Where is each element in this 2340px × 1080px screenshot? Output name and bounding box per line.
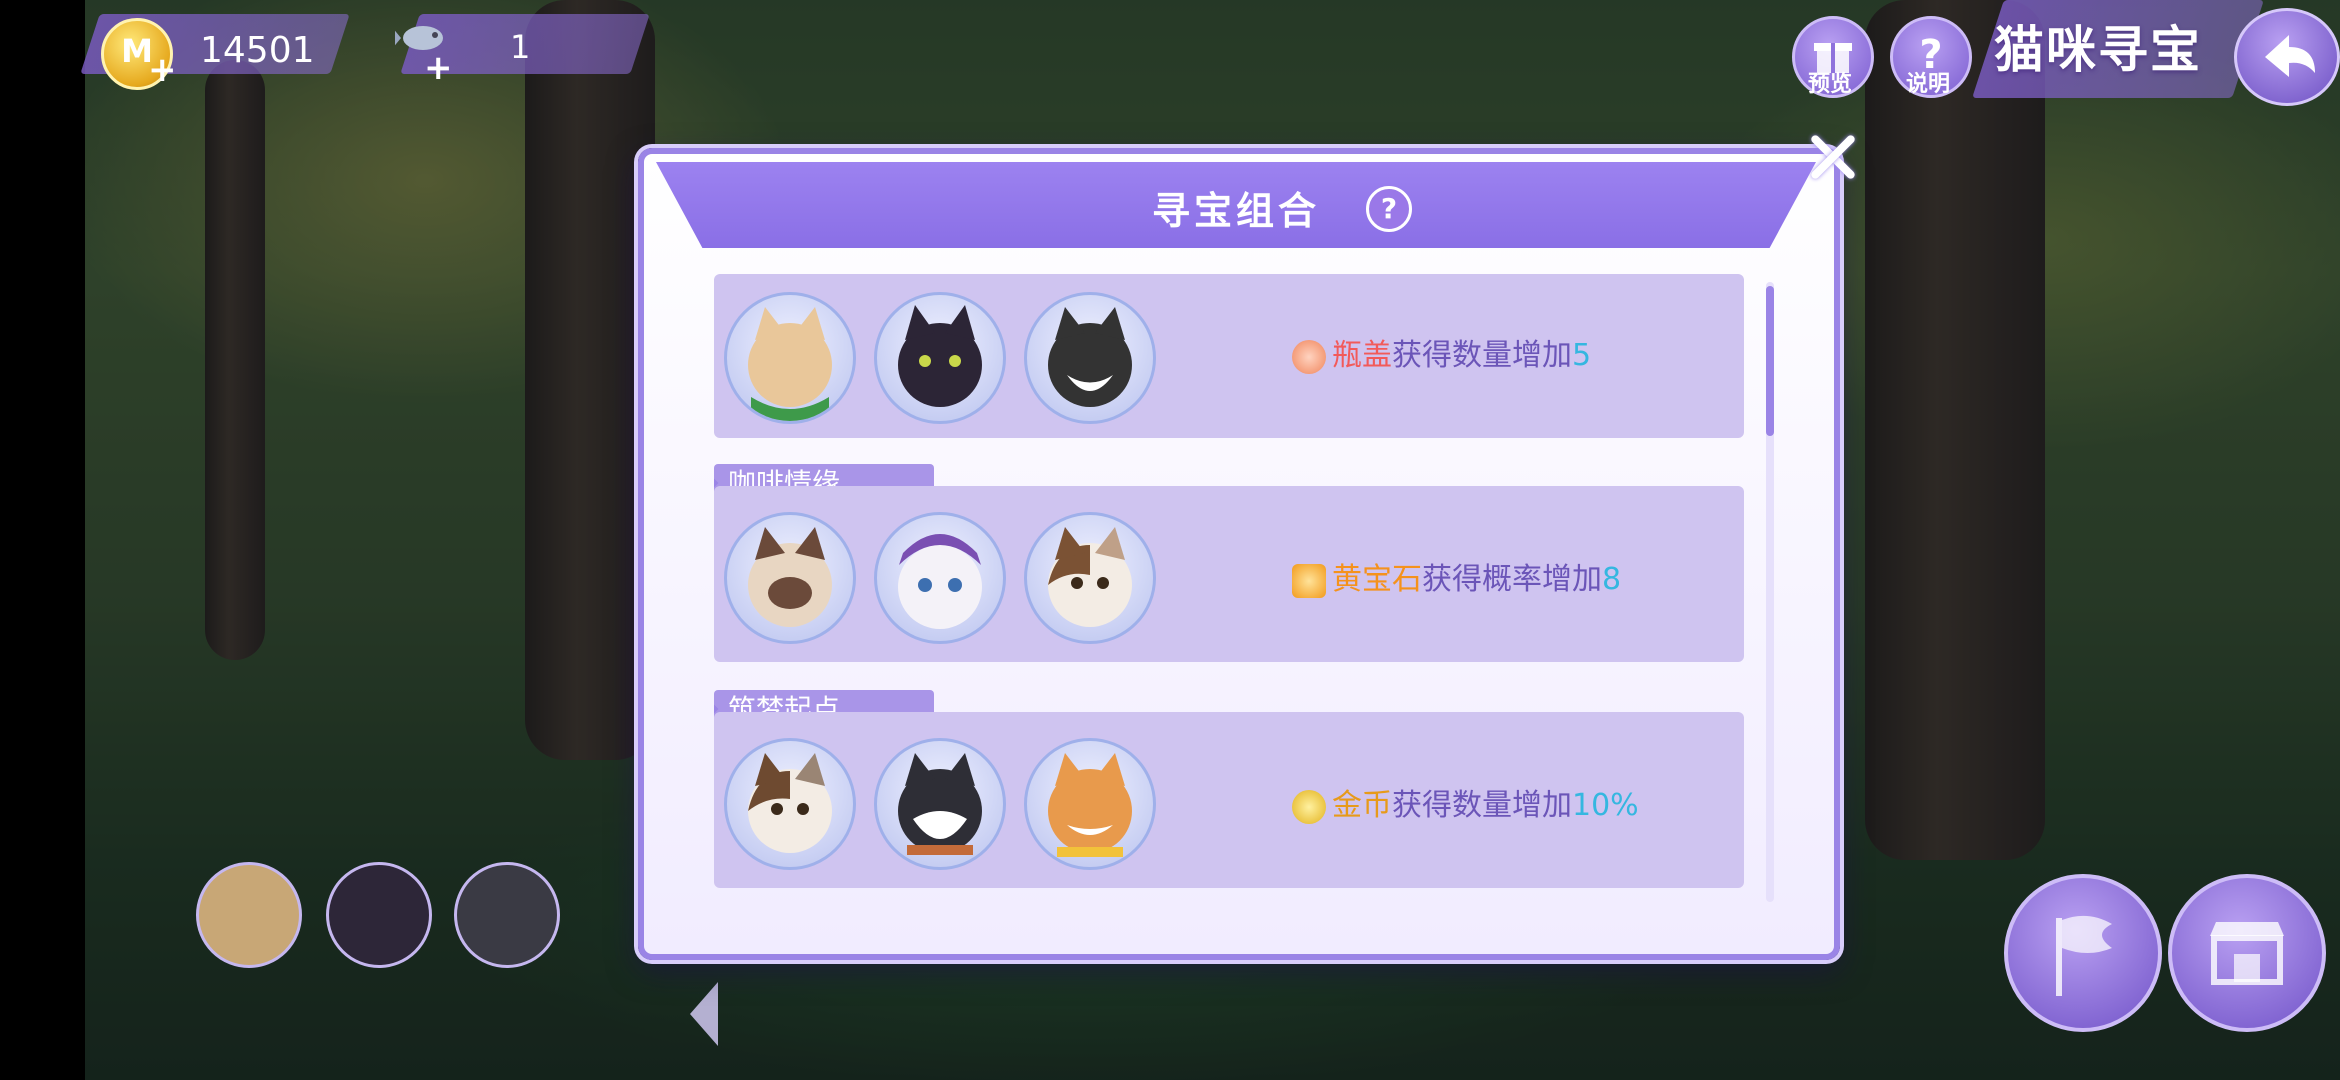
combo-help-icon[interactable]: ? (1366, 186, 1412, 232)
combo-list[interactable]: 瓶盖获得数量增加5 咖啡情缘 黄宝石获得概率增加8 筑梦起点 金币获得数量增加1… (714, 274, 1754, 914)
team-cat-avatar[interactable] (326, 862, 432, 968)
back-button[interactable] (2234, 8, 2340, 106)
add-fish-icon[interactable]: + (424, 48, 453, 88)
left-arrow-icon[interactable] (690, 982, 718, 1046)
team-cat-avatar[interactable] (454, 862, 560, 968)
flag-icon (2056, 915, 2112, 996)
cat-avatar (874, 512, 1006, 644)
combo-bonus: 黄宝石获得概率增加8 (1292, 554, 1621, 598)
combo-row: 金币获得数量增加10% (714, 712, 1744, 888)
cat-avatar (724, 292, 856, 424)
add-coins-icon[interactable]: + (148, 50, 177, 90)
page-title: 猫咪寻宝 (1994, 21, 2202, 79)
help-label: 说明 (1906, 72, 1951, 97)
back-arrow-icon (2265, 35, 2315, 77)
close-button[interactable] (1800, 124, 1866, 190)
cat-avatar (1024, 512, 1156, 644)
shop-icon (2210, 922, 2284, 985)
team-cat-avatar[interactable] (196, 862, 302, 968)
scrollbar-thumb[interactable] (1766, 286, 1774, 436)
cat-avatar (724, 512, 856, 644)
shop-button[interactable] (2168, 874, 2326, 1032)
cat-avatar (874, 292, 1006, 424)
cat-avatar (1024, 292, 1156, 424)
dialog-header: 寻宝组合 ? (656, 162, 1816, 248)
coin-count: 14501 (200, 30, 315, 71)
cat-avatar (874, 738, 1006, 870)
preview-label: 预览 (1808, 72, 1853, 97)
flag-button[interactable] (2004, 874, 2162, 1032)
combo-bonus: 瓶盖获得数量增加5 (1292, 330, 1591, 374)
combo-row: 瓶盖获得数量增加5 (714, 274, 1744, 438)
dialog-title: 寻宝组合 (1151, 189, 1320, 233)
combo-row: 黄宝石获得概率增加8 (714, 486, 1744, 662)
gold-coin-icon (1292, 789, 1326, 824)
combo-bonus: 金币获得数量增加10% (1292, 780, 1639, 824)
topaz-icon (1292, 563, 1326, 598)
bottle-cap-icon (1292, 339, 1326, 374)
fish-count: 1 (510, 28, 531, 66)
cat-avatar (724, 738, 856, 870)
cat-avatar (1024, 738, 1156, 870)
treasure-combo-dialog: 寻宝组合 ? 瓶盖获得数量增加5 咖啡情缘 黄宝石获得概率增加8 筑梦起点 金币… (638, 148, 1840, 960)
